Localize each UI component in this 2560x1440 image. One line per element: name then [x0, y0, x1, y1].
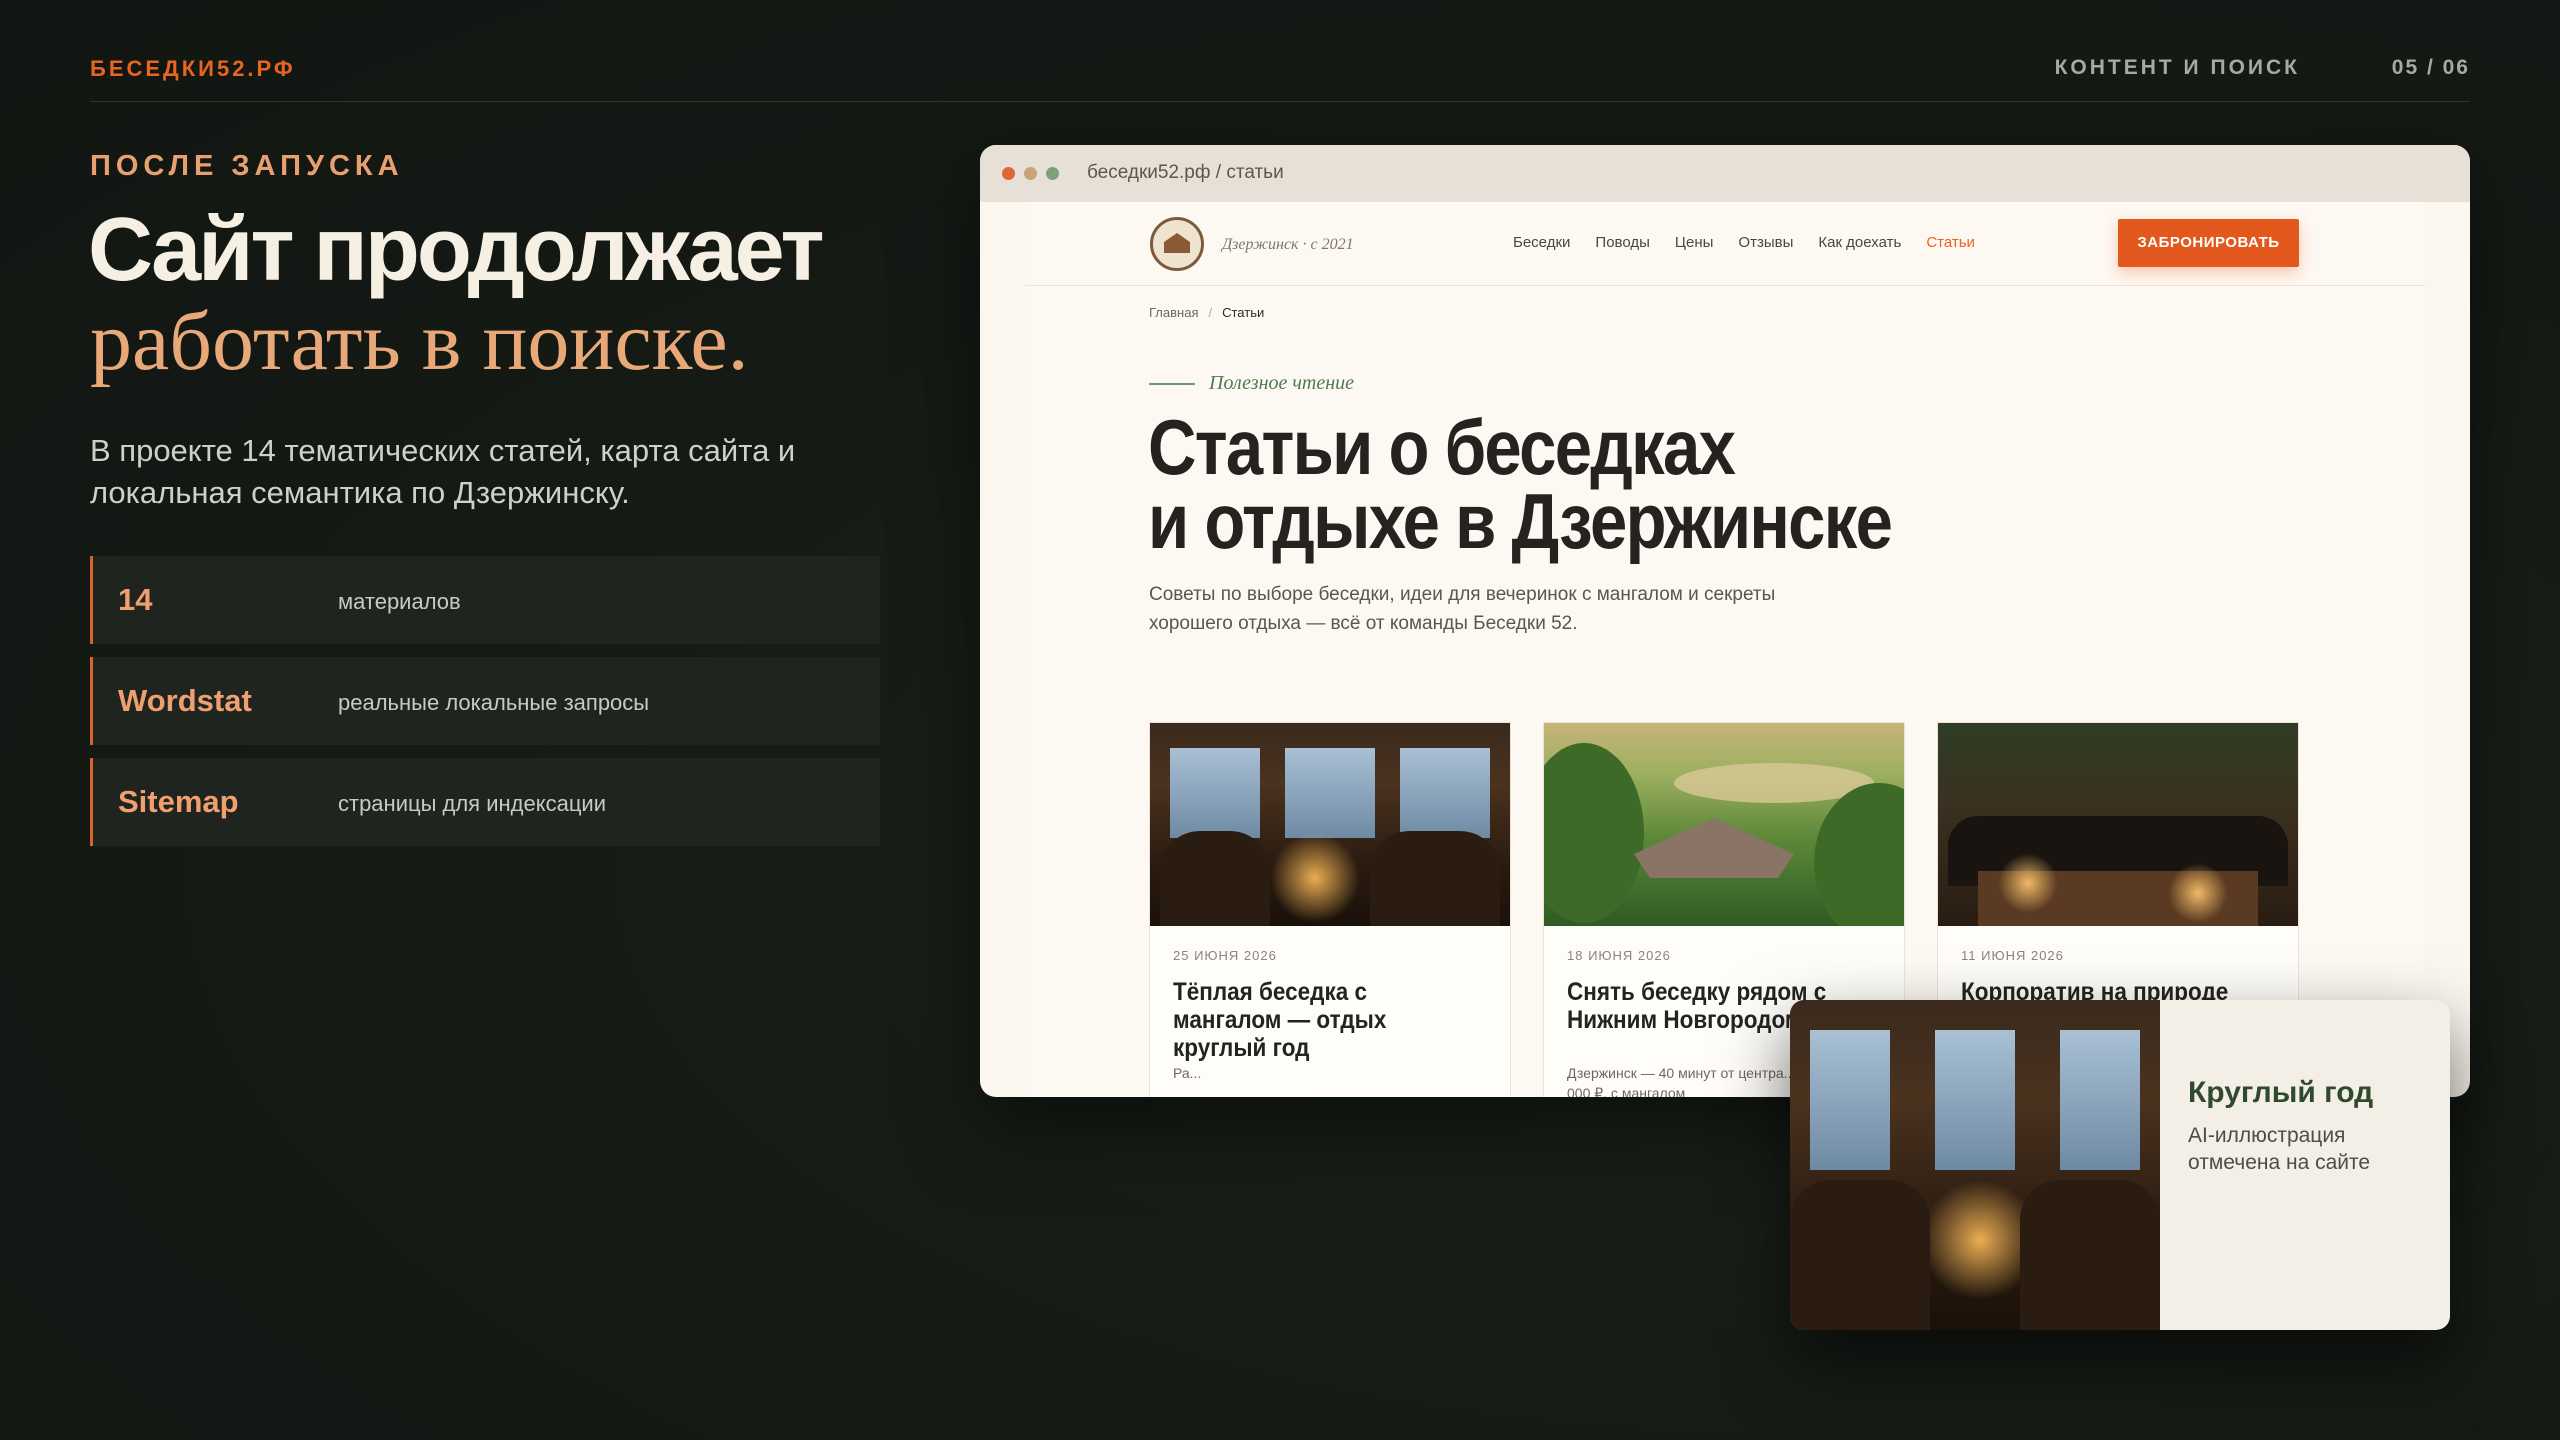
people-silhouette: [1370, 831, 1500, 926]
site-logo-icon[interactable]: [1150, 217, 1204, 271]
lead-paragraph: В проекте 14 тематических статей, карта …: [90, 433, 796, 510]
breadcrumb: Главная / Статьи: [1149, 305, 1264, 320]
stat-key: Wordstat: [118, 683, 252, 718]
tree-shape: [1814, 783, 1904, 926]
article-title[interactable]: Тёплая беседка с мангалом — отдых круглы…: [1173, 978, 1452, 1062]
close-window-icon[interactable]: [1002, 167, 1015, 180]
window-shape: [1400, 748, 1490, 838]
window-shape: [1810, 1030, 1890, 1170]
page-title-line2: и отдыхе в Дзержинске: [1148, 477, 1893, 565]
article-image: [1544, 723, 1904, 926]
article-date: 25 ИЮНЯ 2026: [1173, 948, 1277, 963]
site-tagline: Дзержинск · с 2021: [1222, 236, 1354, 253]
people-silhouette: [1790, 1180, 1930, 1330]
kicker-divider: [1149, 383, 1195, 386]
window-shape: [1170, 748, 1260, 838]
candle-glow: [1998, 853, 2058, 913]
stat-value: материалов: [338, 589, 461, 614]
breadcrumb-home[interactable]: Главная: [1149, 305, 1198, 320]
eyebrow-label: ПОСЛЕ ЗАПУСКА: [90, 150, 404, 182]
candle-glow: [1270, 833, 1360, 923]
window-shape: [1285, 748, 1375, 838]
nav-item-occasions[interactable]: Поводы: [1595, 234, 1649, 251]
people-silhouette: [2020, 1180, 2160, 1330]
nav-item-directions[interactable]: Как доехать: [1818, 234, 1901, 251]
page-kicker: Полезное чтение: [1149, 372, 1354, 395]
stat-row-sitemap: Sitemap страницы для индексации: [90, 758, 880, 846]
minimize-window-icon[interactable]: [1024, 167, 1037, 180]
article-image: [1938, 723, 2298, 926]
breadcrumb-current: Статьи: [1222, 305, 1265, 320]
site-header: Дзержинск · с 2021 Беседки Поводы Цены О…: [1025, 202, 2425, 286]
top-bar: БЕСЕДКИ52.РФ КОНТЕНТ И ПОИСК 05 / 06: [90, 56, 2470, 102]
maximize-window-icon[interactable]: [1046, 167, 1059, 180]
kicker-text: Полезное чтение: [1209, 372, 1355, 394]
headline-primary: Сайт продолжает: [88, 200, 825, 300]
page-title-line1: Статьи о беседках: [1148, 403, 1736, 491]
stat-row-materials: 14 материалов: [90, 556, 880, 644]
candle-glow: [2168, 863, 2228, 923]
stat-value: страницы для индексации: [338, 791, 607, 816]
article-image: [1150, 723, 1510, 926]
page-subtitle: Советы по выборе беседки, идеи для вечер…: [1149, 584, 1776, 634]
stat-key: 14: [118, 582, 153, 617]
people-silhouette: [1160, 831, 1270, 926]
browser-chrome: беседки52.рф / статьи: [980, 145, 2470, 202]
window-shape: [2060, 1030, 2140, 1170]
breadcrumb-separator: /: [1208, 305, 1213, 320]
web-page: Дзержинск · с 2021 Беседки Поводы Цены О…: [1025, 202, 2425, 1097]
callout-text: AI-иллюстрация отмечена на сайте: [2188, 1124, 2371, 1174]
article-date: 18 ИЮНЯ 2026: [1567, 948, 1671, 963]
article-date: 11 ИЮНЯ 2026: [1961, 948, 2064, 963]
callout-title: Круглый год: [2188, 1076, 2374, 1109]
window-shape: [1935, 1030, 2015, 1170]
stat-value: реальные локальные запросы: [338, 690, 650, 715]
section-label: КОНТЕНТ И ПОИСК: [2054, 56, 2300, 79]
callout-image: [1790, 1000, 2160, 1330]
gazebo-roof-shape: [1634, 818, 1794, 878]
stat-key: Sitemap: [118, 784, 239, 819]
page-title: Статьи о беседках и отдыхе в Дзержинске: [1148, 403, 1893, 565]
article-excerpt: Ра...: [1173, 1065, 1202, 1081]
nav-item-articles[interactable]: Статьи: [1926, 234, 1975, 251]
site-nav: Беседки Поводы Цены Отзывы Как доехать С…: [1513, 234, 1975, 251]
nav-item-prices[interactable]: Цены: [1675, 234, 1714, 251]
house-icon: [1164, 233, 1190, 253]
stat-row-wordstat: Wordstat реальные локальные запросы: [90, 657, 880, 745]
stats-list: 14 материалов Wordstat реальные локальны…: [90, 556, 880, 859]
book-button[interactable]: ЗАБРОНИРОВАТЬ: [2118, 219, 2299, 267]
nav-item-gazebos[interactable]: Беседки: [1513, 234, 1570, 251]
browser-window: беседки52.рф / статьи Дзержинск · с 2021…: [980, 145, 2470, 1097]
address-bar[interactable]: беседки52.рф / статьи: [1087, 162, 1284, 184]
slide-pager: 05 / 06: [2391, 56, 2470, 79]
tree-shape: [1544, 743, 1644, 923]
article-card[interactable]: 25 ИЮНЯ 2026 Тёплая беседка с мангалом —…: [1149, 722, 1511, 1097]
headline-secondary: работать в поиске.: [90, 295, 749, 388]
callout-card: Круглый год AI-иллюстрация отмечена на с…: [1790, 1000, 2450, 1330]
brand-logo-text[interactable]: БЕСЕДКИ52.РФ: [90, 56, 296, 82]
nav-item-reviews[interactable]: Отзывы: [1738, 234, 1793, 251]
